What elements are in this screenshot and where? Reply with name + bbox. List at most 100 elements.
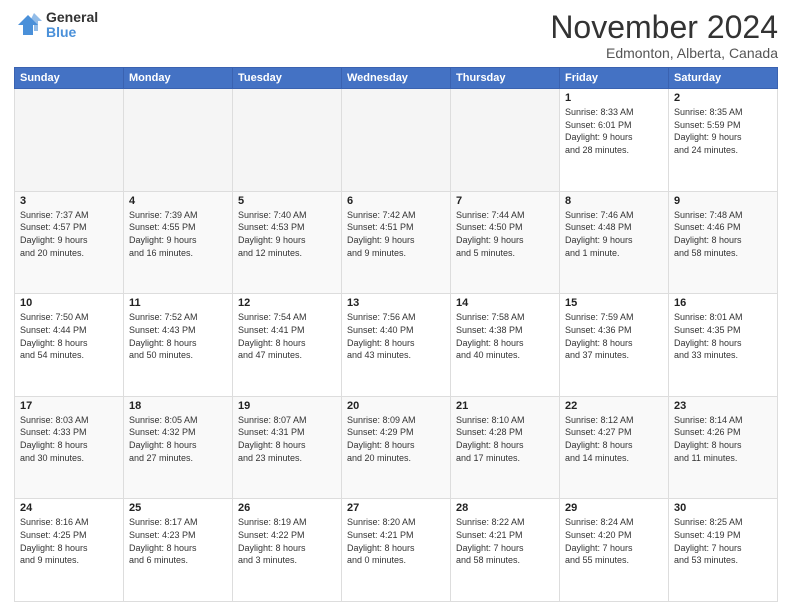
day-number: 23 <box>674 400 772 412</box>
day-number: 13 <box>347 297 445 309</box>
weekday-header: Thursday <box>451 68 560 89</box>
day-number: 20 <box>347 400 445 412</box>
calendar-cell: 3Sunrise: 7:37 AM Sunset: 4:57 PM Daylig… <box>15 191 124 294</box>
day-number: 9 <box>674 195 772 207</box>
day-info: Sunrise: 7:37 AM Sunset: 4:57 PM Dayligh… <box>20 209 118 259</box>
day-info: Sunrise: 7:50 AM Sunset: 4:44 PM Dayligh… <box>20 311 118 361</box>
calendar-cell: 16 Sunrise: 8:01 AM Sunset: 4:35 PM Dayli… <box>669 294 778 397</box>
calendar-cell: 21Sunrise: 8:10 AM Sunset: 4:28 PM Dayli… <box>451 396 560 499</box>
calendar-cell: 28 Sunrise: 8:22 AM Sunset: 4:21 PM Dayli… <box>451 499 560 602</box>
day-info: Sunrise: 7:59 AM Sunset: 4:36 PM Dayligh… <box>565 311 663 361</box>
calendar-cell: 29 Sunrise: 8:24 AM Sunset: 4:20 PM Dayli… <box>560 499 669 602</box>
day-info: Sunrise: 8:22 AM Sunset: 4:21 PM Dayligh… <box>456 516 554 566</box>
calendar-cell <box>15 89 124 192</box>
day-number: 30 <box>674 502 772 514</box>
calendar-cell: 30 Sunrise: 8:25 AM Sunset: 4:19 PM Dayli… <box>669 499 778 602</box>
page: General Blue November 2024 Edmonton, Alb… <box>0 0 792 612</box>
day-info: Sunrise: 8:14 AM Sunset: 4:26 PM Dayligh… <box>674 414 772 464</box>
calendar-cell: 13 Sunrise: 7:56 AM Sunset: 4:40 PM Dayli… <box>342 294 451 397</box>
day-info: Sunrise: 8:17 AM Sunset: 4:23 PM Dayligh… <box>129 516 227 566</box>
calendar-cell: 12 Sunrise: 7:54 AM Sunset: 4:41 PM Dayli… <box>233 294 342 397</box>
calendar-cell: 14 Sunrise: 7:58 AM Sunset: 4:38 PM Dayli… <box>451 294 560 397</box>
day-info: Sunrise: 8:25 AM Sunset: 4:19 PM Dayligh… <box>674 516 772 566</box>
weekday-header: Sunday <box>15 68 124 89</box>
calendar-cell: 24 Sunrise: 8:16 AM Sunset: 4:25 PM Dayli… <box>15 499 124 602</box>
day-number: 28 <box>456 502 554 514</box>
day-number: 6 <box>347 195 445 207</box>
day-info: Sunrise: 8:12 AM Sunset: 4:27 PM Dayligh… <box>565 414 663 464</box>
weekday-header: Tuesday <box>233 68 342 89</box>
header-right: November 2024 Edmonton, Alberta, Canada <box>550 10 778 61</box>
calendar-cell: 15 Sunrise: 7:59 AM Sunset: 4:36 PM Dayli… <box>560 294 669 397</box>
day-number: 16 <box>674 297 772 309</box>
calendar-cell: 8 Sunrise: 7:46 AM Sunset: 4:48 PM Daylig… <box>560 191 669 294</box>
logo-line1: General <box>46 10 98 25</box>
weekday-header: Wednesday <box>342 68 451 89</box>
logo: General Blue <box>14 10 98 41</box>
calendar-cell: 5 Sunrise: 7:40 AM Sunset: 4:53 PM Daylig… <box>233 191 342 294</box>
day-info: Sunrise: 7:54 AM Sunset: 4:41 PM Dayligh… <box>238 311 336 361</box>
calendar-cell <box>451 89 560 192</box>
day-info: Sunrise: 8:24 AM Sunset: 4:20 PM Dayligh… <box>565 516 663 566</box>
day-info: Sunrise: 7:40 AM Sunset: 4:53 PM Dayligh… <box>238 209 336 259</box>
calendar-cell: 19Sunrise: 8:07 AM Sunset: 4:31 PM Dayli… <box>233 396 342 499</box>
weekday-header: Monday <box>124 68 233 89</box>
day-info: Sunrise: 7:46 AM Sunset: 4:48 PM Dayligh… <box>565 209 663 259</box>
day-number: 2 <box>674 92 772 104</box>
calendar-cell: 10 Sunrise: 7:50 AM Sunset: 4:44 PM Dayli… <box>15 294 124 397</box>
calendar-cell: 18 Sunrise: 8:05 AM Sunset: 4:32 PM Dayli… <box>124 396 233 499</box>
day-number: 29 <box>565 502 663 514</box>
top-section: General Blue November 2024 Edmonton, Alb… <box>14 10 778 61</box>
calendar-cell: 9 Sunrise: 7:48 AM Sunset: 4:46 PM Daylig… <box>669 191 778 294</box>
day-number: 12 <box>238 297 336 309</box>
day-info: Sunrise: 8:09 AM Sunset: 4:29 PM Dayligh… <box>347 414 445 464</box>
logo-line2: Blue <box>46 25 98 40</box>
calendar-cell: 1Sunrise: 8:33 AM Sunset: 6:01 PM Daylig… <box>560 89 669 192</box>
day-number: 8 <box>565 195 663 207</box>
calendar-cell <box>342 89 451 192</box>
calendar-cell: 6Sunrise: 7:42 AM Sunset: 4:51 PM Daylig… <box>342 191 451 294</box>
day-info: Sunrise: 8:07 AM Sunset: 4:31 PM Dayligh… <box>238 414 336 464</box>
calendar-cell: 22 Sunrise: 8:12 AM Sunset: 4:27 PM Dayli… <box>560 396 669 499</box>
calendar-week-row: 10 Sunrise: 7:50 AM Sunset: 4:44 PM Dayli… <box>15 294 778 397</box>
day-info: Sunrise: 7:56 AM Sunset: 4:40 PM Dayligh… <box>347 311 445 361</box>
day-number: 4 <box>129 195 227 207</box>
calendar-week-row: 24 Sunrise: 8:16 AM Sunset: 4:25 PM Dayli… <box>15 499 778 602</box>
day-number: 5 <box>238 195 336 207</box>
day-number: 10 <box>20 297 118 309</box>
day-number: 14 <box>456 297 554 309</box>
logo-text: General Blue <box>46 10 98 41</box>
day-number: 26 <box>238 502 336 514</box>
day-info: Sunrise: 8:01 AM Sunset: 4:35 PM Dayligh… <box>674 311 772 361</box>
day-number: 7 <box>456 195 554 207</box>
day-number: 15 <box>565 297 663 309</box>
weekday-header: Saturday <box>669 68 778 89</box>
calendar-table: SundayMondayTuesdayWednesdayThursdayFrid… <box>14 67 778 602</box>
logo-icon <box>14 11 42 39</box>
day-info: Sunrise: 7:58 AM Sunset: 4:38 PM Dayligh… <box>456 311 554 361</box>
day-info: Sunrise: 7:48 AM Sunset: 4:46 PM Dayligh… <box>674 209 772 259</box>
weekday-header: Friday <box>560 68 669 89</box>
day-info: Sunrise: 8:20 AM Sunset: 4:21 PM Dayligh… <box>347 516 445 566</box>
calendar-cell: 7Sunrise: 7:44 AM Sunset: 4:50 PM Daylig… <box>451 191 560 294</box>
calendar-cell: 2 Sunrise: 8:35 AM Sunset: 5:59 PM Daylig… <box>669 89 778 192</box>
day-info: Sunrise: 8:03 AM Sunset: 4:33 PM Dayligh… <box>20 414 118 464</box>
day-info: Sunrise: 7:52 AM Sunset: 4:43 PM Dayligh… <box>129 311 227 361</box>
calendar-week-row: 1Sunrise: 8:33 AM Sunset: 6:01 PM Daylig… <box>15 89 778 192</box>
header-row: SundayMondayTuesdayWednesdayThursdayFrid… <box>15 68 778 89</box>
day-number: 18 <box>129 400 227 412</box>
day-number: 11 <box>129 297 227 309</box>
location: Edmonton, Alberta, Canada <box>550 45 778 61</box>
day-info: Sunrise: 8:35 AM Sunset: 5:59 PM Dayligh… <box>674 106 772 156</box>
day-info: Sunrise: 8:16 AM Sunset: 4:25 PM Dayligh… <box>20 516 118 566</box>
calendar-cell: 26Sunrise: 8:19 AM Sunset: 4:22 PM Dayli… <box>233 499 342 602</box>
day-number: 1 <box>565 92 663 104</box>
day-number: 22 <box>565 400 663 412</box>
calendar-cell: 4Sunrise: 7:39 AM Sunset: 4:55 PM Daylig… <box>124 191 233 294</box>
calendar-cell: 25 Sunrise: 8:17 AM Sunset: 4:23 PM Dayli… <box>124 499 233 602</box>
day-number: 25 <box>129 502 227 514</box>
day-info: Sunrise: 8:05 AM Sunset: 4:32 PM Dayligh… <box>129 414 227 464</box>
day-number: 17 <box>20 400 118 412</box>
calendar-cell <box>124 89 233 192</box>
day-number: 24 <box>20 502 118 514</box>
